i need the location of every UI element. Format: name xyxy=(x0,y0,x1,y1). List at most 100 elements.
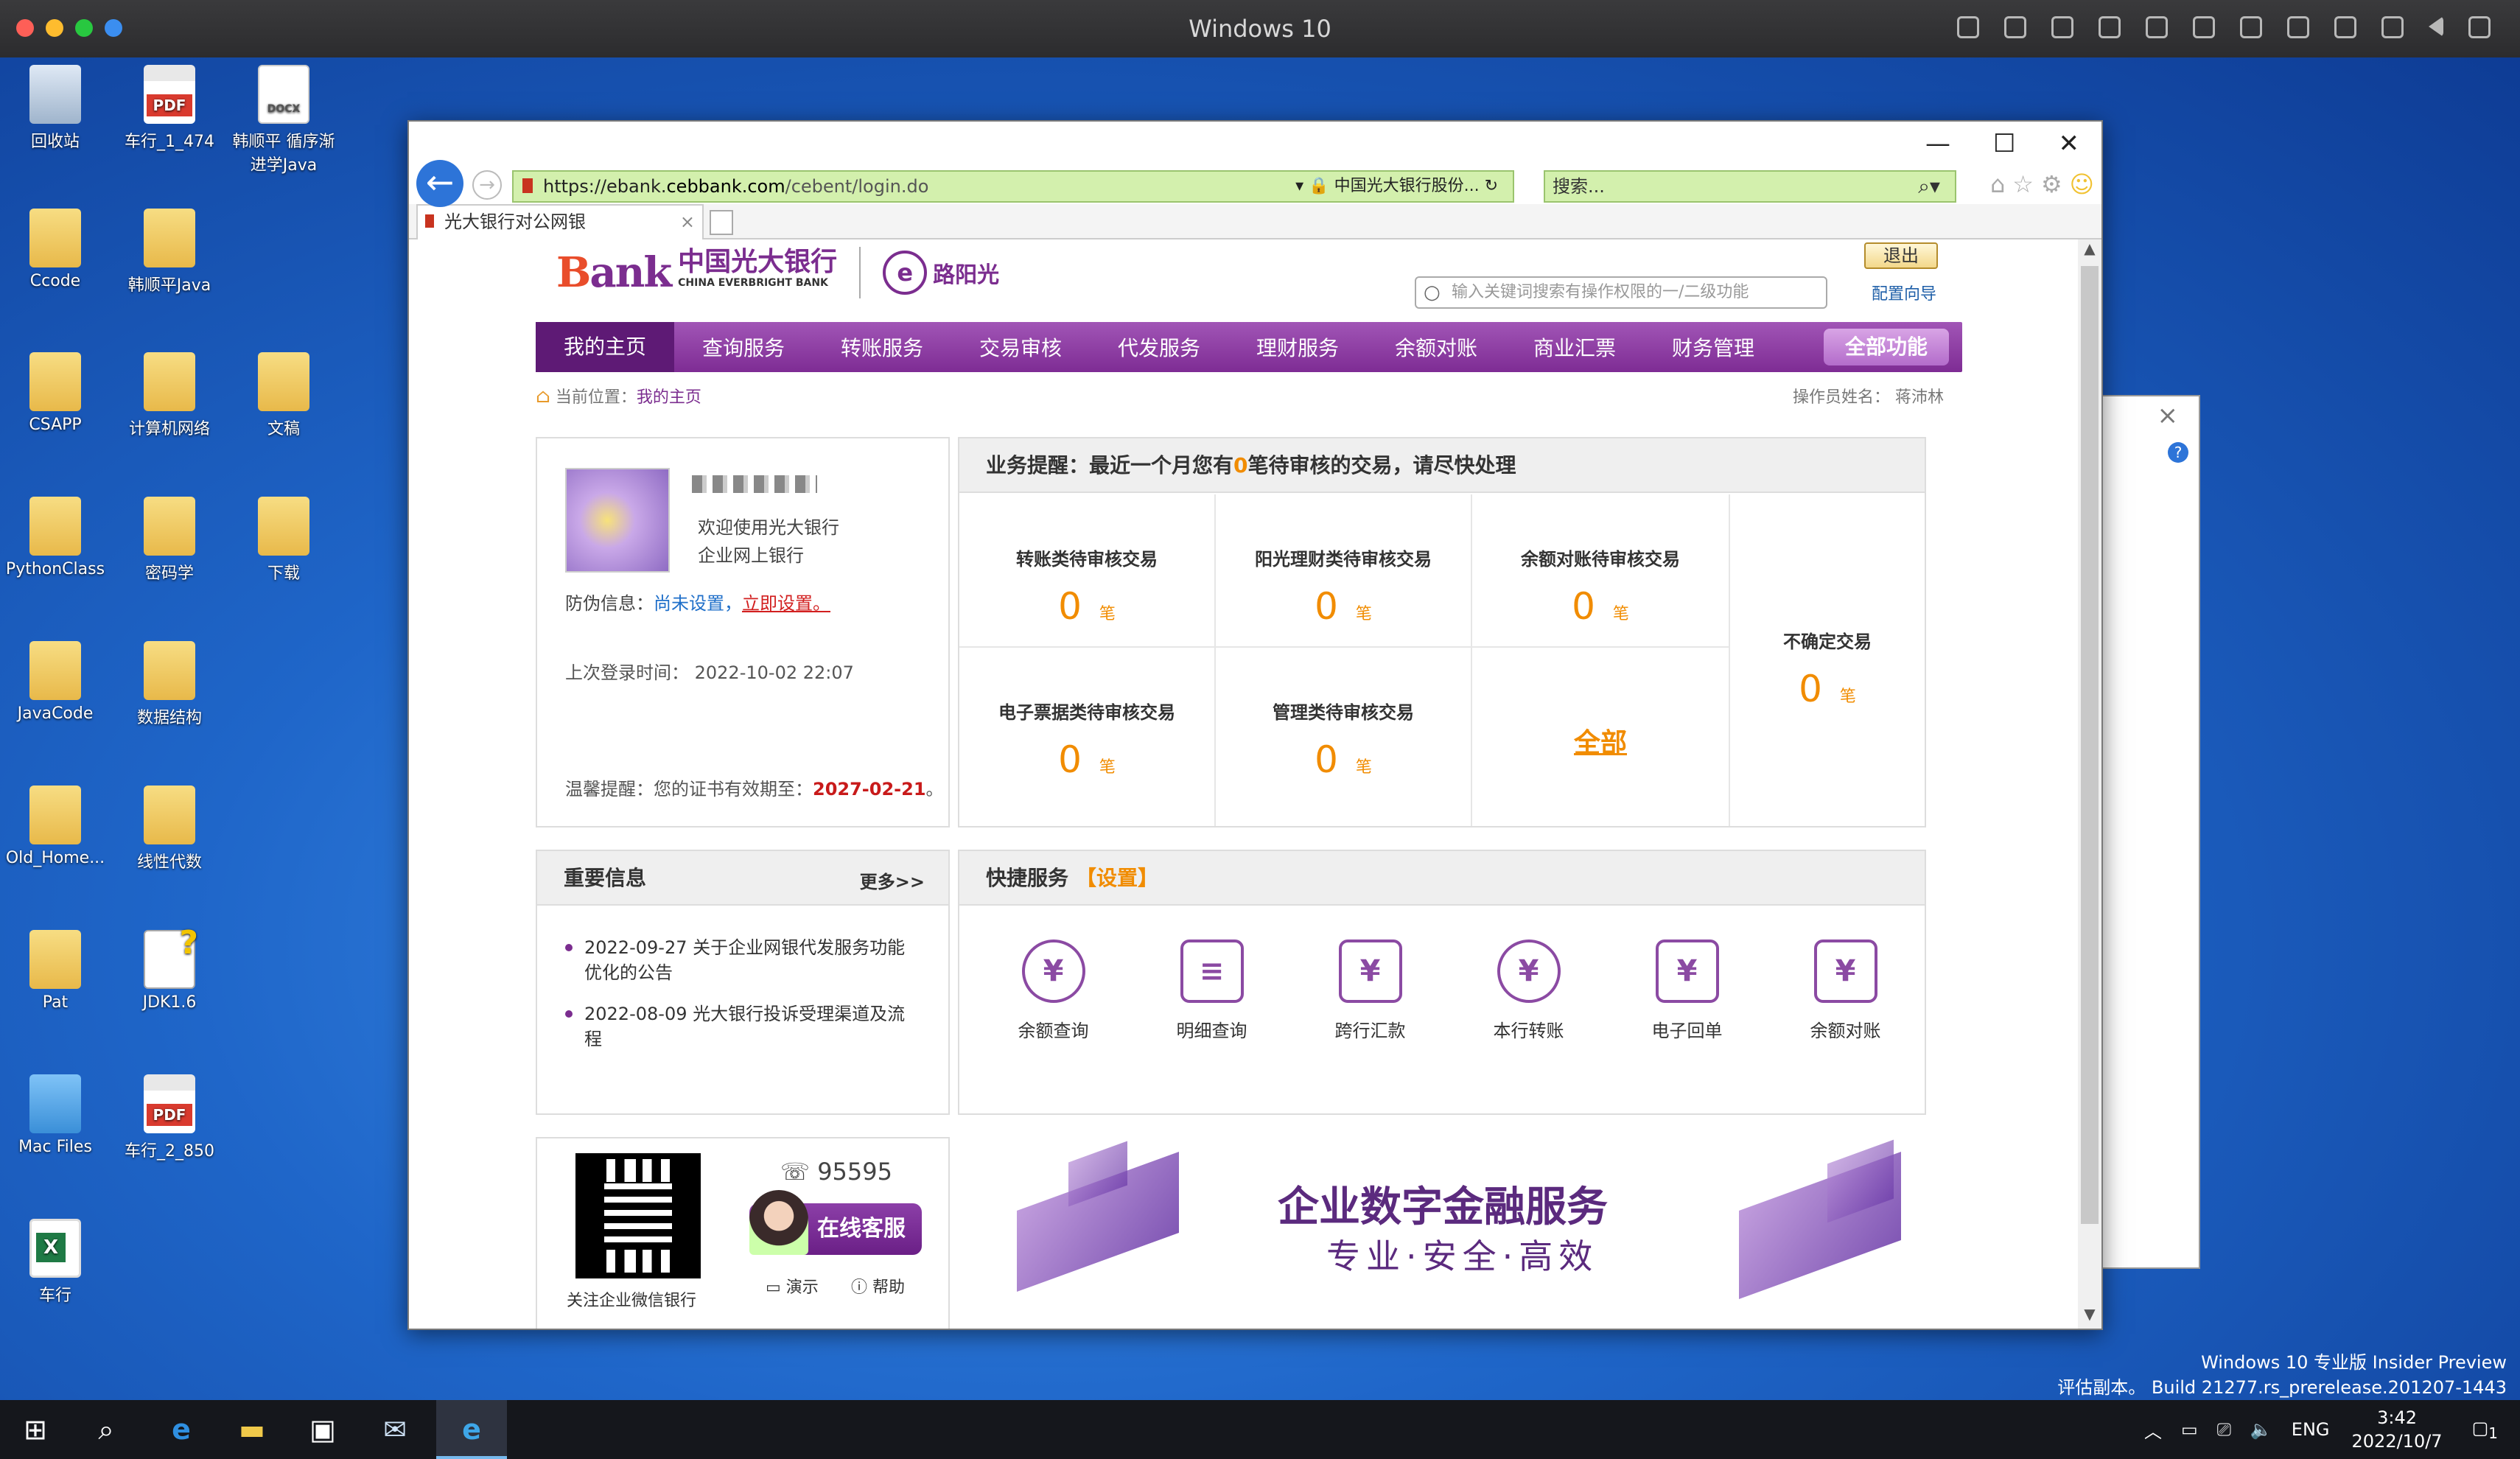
language-indicator[interactable]: ENG xyxy=(2292,1419,2330,1440)
refresh-icon[interactable]: ↻ xyxy=(1485,177,1498,195)
news-more-link[interactable]: 更多>> xyxy=(860,867,925,893)
promo-banner[interactable]: 企业数字金融服务 专业·安全·高效 xyxy=(958,1137,1975,1329)
clock[interactable]: 3:42 2022/10/7 xyxy=(2352,1406,2443,1453)
close-icon[interactable]: ✕ xyxy=(2059,129,2080,158)
dropdown-icon[interactable]: ▾ xyxy=(1295,177,1309,195)
nav-finance[interactable]: 财务管理 xyxy=(1644,332,1782,362)
tab-close-icon[interactable]: × xyxy=(680,206,695,238)
desktop-icon-pythonclass[interactable]: PythonClass xyxy=(0,497,111,578)
desktop-icon-oldhome[interactable]: Old_Home... xyxy=(0,786,111,867)
back-button[interactable]: ← xyxy=(416,160,463,207)
store-icon[interactable]: ▣ xyxy=(305,1412,340,1447)
microphone-icon[interactable] xyxy=(2240,16,2262,38)
address-bar[interactable]: https://ebank.cebbank.com/cebent/login.d… xyxy=(512,170,1514,203)
news-item[interactable]: 2022-08-09 光大银行投诉受理渠道及流程 xyxy=(565,1001,919,1052)
volume-icon[interactable]: 🔈 xyxy=(2250,1419,2272,1440)
vertical-scrollbar[interactable]: ▲ ▼ xyxy=(2078,239,2101,1329)
quick-balance-reconcile[interactable]: ¥ 余额对账 xyxy=(1766,940,1925,1042)
nav-transfer[interactable]: 转账服务 xyxy=(813,332,951,362)
breadcrumb-home-link[interactable]: 我的主页 xyxy=(637,388,701,407)
internet-explorer-icon[interactable]: e xyxy=(454,1412,489,1447)
news-item[interactable]: 2022-09-27 关于企业网银代发服务功能优化的公告 xyxy=(565,935,919,985)
nav-home[interactable]: 我的主页 xyxy=(536,322,674,372)
pending-wealth-cell[interactable]: 阳光理财类待审核交易 0笔 xyxy=(1216,494,1472,648)
usb-icon[interactable] xyxy=(2051,16,2073,38)
nav-wealth[interactable]: 理财服务 xyxy=(1228,332,1367,362)
nav-payroll[interactable]: 代发服务 xyxy=(1090,332,1228,362)
help-link[interactable]: ⓘ 帮助 xyxy=(851,1274,905,1298)
nav-audit[interactable]: 交易审核 xyxy=(951,332,1090,362)
cpu-icon[interactable] xyxy=(2004,16,2026,38)
shared-folder-icon[interactable] xyxy=(2381,16,2404,38)
demo-link[interactable]: ▭ 演示 xyxy=(766,1274,819,1298)
close-icon[interactable]: × xyxy=(2157,401,2179,430)
scroll-thumb[interactable] xyxy=(2081,266,2099,1224)
quick-balance-query[interactable]: ¥ 余额查询 xyxy=(974,940,1133,1042)
network-icon[interactable]: ⎚ xyxy=(2217,1419,2231,1440)
tab-bank[interactable]: 光大银行对公网银 × xyxy=(416,204,704,239)
desktop-icon-pat[interactable]: Pat xyxy=(0,930,111,1012)
camera-off-icon[interactable] xyxy=(2099,16,2121,38)
desktop-icon-datastruct[interactable]: 数据结构 xyxy=(114,641,225,728)
site-identity[interactable]: ▾ 🔒 中国光大银行股份... ↻ xyxy=(1295,172,1498,201)
all-functions-button[interactable]: 全部功能 xyxy=(1824,329,1949,365)
quick-detail-query[interactable]: ≡ 明细查询 xyxy=(1133,940,1291,1042)
favorites-star-icon[interactable]: ☆ xyxy=(2012,170,2034,198)
windows-start-icon[interactable]: ⊞ xyxy=(18,1412,53,1447)
quick-intrabank-transfer[interactable]: ¥ 本行转账 xyxy=(1449,940,1608,1042)
search-box[interactable]: 搜索... ⌕▾ xyxy=(1544,170,1956,203)
volume-icon[interactable] xyxy=(2193,16,2215,38)
minimize-icon[interactable]: — xyxy=(1925,129,1950,158)
disk-icon[interactable] xyxy=(2287,16,2309,38)
desktop-icon-csapp[interactable]: CSAPP xyxy=(0,352,111,434)
smiley-feedback-icon[interactable]: ☺ xyxy=(2070,170,2094,198)
edge-icon[interactable]: e xyxy=(164,1412,199,1447)
scroll-up-icon[interactable]: ▲ xyxy=(2078,239,2101,263)
desktop-icon-javacode[interactable]: JavaCode xyxy=(0,641,111,723)
chevron-up-icon[interactable]: ︿ xyxy=(2144,1417,2162,1443)
desktop-icon-ccode[interactable]: Ccode xyxy=(0,209,111,290)
settings-gear-icon[interactable]: ⚙ xyxy=(2041,170,2062,198)
set-now-link[interactable]: 立即设置。 xyxy=(742,593,830,614)
home-icon[interactable]: ⌂ xyxy=(1990,170,2005,198)
back-icon[interactable] xyxy=(2429,16,2443,37)
desktop-icon-pdf-1[interactable]: PDF 车行_1_474 xyxy=(114,65,225,152)
desktop-icon-linalg[interactable]: 线性代数 xyxy=(114,786,225,872)
forward-button[interactable]: → xyxy=(472,170,502,200)
desktop-icon-jdk[interactable]: ? JDK1.6 xyxy=(114,924,225,1012)
quick-e-receipt[interactable]: ¥ 电子回单 xyxy=(1608,940,1766,1042)
desktop-icon-network[interactable]: 计算机网络 xyxy=(114,352,225,439)
search-icon[interactable]: ⌕ xyxy=(88,1412,124,1447)
file-explorer-icon[interactable]: ▬ xyxy=(234,1412,270,1447)
desktop-icon-hanjava[interactable]: 韩顺平Java xyxy=(114,209,225,295)
bank-logo[interactable]: Bank 中国光大银行 CHINA EVERBRIGHT BANK e 路阳光 xyxy=(556,247,999,298)
pending-transfer-cell[interactable]: 转账类待审核交易 0笔 xyxy=(959,494,1216,648)
config-guide-link[interactable]: 配置向导 xyxy=(1872,281,1936,304)
desktop-icon-downloads[interactable]: 下载 xyxy=(228,497,339,584)
uncertain-transaction-cell[interactable]: 不确定交易 0笔 xyxy=(1730,494,1925,826)
mail-icon[interactable]: ✉ xyxy=(377,1412,413,1447)
quick-settings-link[interactable]: 【设置】 xyxy=(1076,866,1158,890)
desktop-icon-crypto[interactable]: 密码学 xyxy=(114,497,225,584)
desktop-icon-macfiles[interactable]: Mac Files xyxy=(0,1074,111,1156)
pending-management-cell[interactable]: 管理类待审核交易 0笔 xyxy=(1216,648,1472,826)
quick-interbank-transfer[interactable]: ¥ 跨行汇款 xyxy=(1291,940,1449,1042)
desktop-icon-documents[interactable]: 文稿 xyxy=(228,352,339,439)
function-search-input[interactable]: ○ 输入关键词搜索有操作权限的一/二级功能 xyxy=(1415,276,1827,309)
video-icon[interactable] xyxy=(2334,16,2356,38)
maximize-icon[interactable]: ☐ xyxy=(1993,129,2015,158)
new-tab-button[interactable] xyxy=(710,210,733,235)
desktop-icon-pdf-2[interactable]: PDF 车行_2_850 xyxy=(114,1074,225,1161)
network-icon[interactable] xyxy=(2146,16,2168,38)
search-icon[interactable]: ⌕▾ xyxy=(1918,172,1940,201)
online-service-button[interactable]: 在线客服 xyxy=(749,1190,922,1255)
desktop-icon-docx[interactable]: DOCX 韩顺平 循序渐进学Java xyxy=(228,65,339,175)
desktop-icon-recycle-bin[interactable]: 回收站 xyxy=(0,65,111,152)
battery-icon[interactable]: ▭ xyxy=(2181,1419,2198,1440)
sidebar-icon[interactable] xyxy=(2468,16,2491,38)
keyboard-icon[interactable] xyxy=(1957,16,1979,38)
pending-reconcile-cell[interactable]: 余额对账待审核交易 0笔 xyxy=(1472,494,1730,648)
pending-ebill-cell[interactable]: 电子票据类待审核交易 0笔 xyxy=(959,648,1216,826)
all-pending-link[interactable]: 全部 xyxy=(1472,648,1730,826)
desktop-icon-excel[interactable]: X 车行 xyxy=(0,1219,111,1306)
